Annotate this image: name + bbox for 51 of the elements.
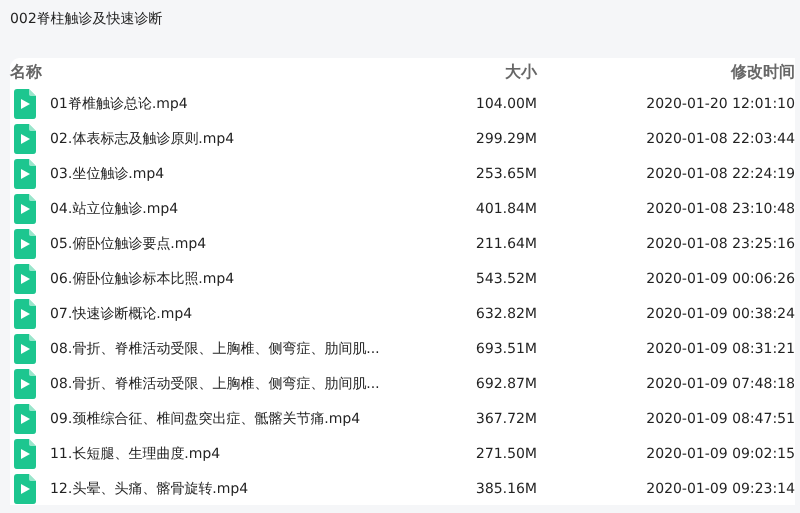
modified-time: 2020-01-09 00:06:26 [645, 270, 795, 286]
video-file-icon [14, 404, 36, 434]
video-file-icon [14, 334, 36, 364]
file-name[interactable]: 03.坐位触诊.mp4 [50, 164, 407, 182]
file-name[interactable]: 12.头晕、头痛、髂骨旋转.mp4 [50, 480, 407, 498]
modified-time: 2020-01-20 12:01:10 [645, 96, 795, 112]
modified-time: 2020-01-09 00:38:24 [645, 306, 795, 322]
folder-title: 002脊柱触诊及快速诊断 [9, 10, 164, 29]
modified-time: 2020-01-08 23:10:48 [645, 200, 795, 216]
file-size: 543.52M [474, 270, 537, 286]
size-column-header[interactable]: 大小 [407, 62, 537, 82]
file-name[interactable]: 05.俯卧位触诊要点.mp4 [50, 234, 407, 252]
file-name[interactable]: 11.长短腿、生理曲度.mp4 [50, 444, 407, 462]
file-size: 692.87M [474, 376, 537, 392]
video-file-icon [14, 88, 36, 118]
modified-time: 2020-01-09 08:31:21 [645, 340, 795, 356]
modified-time: 2020-01-08 22:03:44 [645, 130, 795, 146]
modified-time: 2020-01-09 09:23:14 [645, 480, 795, 496]
video-file-icon [14, 194, 36, 224]
file-size: 693.51M [474, 340, 537, 356]
video-file-icon [14, 158, 36, 188]
modified-column-header[interactable]: 修改时间 [537, 62, 795, 82]
file-size: 367.72M [474, 410, 537, 426]
file-name[interactable]: 09.颈椎综合征、椎间盘突出症、骶髂关节痛.mp4 [50, 410, 407, 428]
file-size: 211.64M [474, 236, 537, 252]
modified-time: 2020-01-08 23:25:16 [645, 236, 795, 252]
file-name[interactable]: 02.体表标志及触诊原则.mp4 [50, 130, 407, 148]
video-file-icon [14, 228, 36, 258]
name-column-header[interactable]: 名称 [10, 62, 407, 82]
video-file-icon [14, 298, 36, 328]
file-size: 632.82M [474, 306, 537, 322]
file-size: 271.50M [474, 446, 537, 462]
file-name[interactable]: 07.快速诊断概论.mp4 [50, 304, 407, 322]
file-size: 104.00M [474, 96, 537, 112]
video-file-icon [14, 264, 36, 294]
file-size: 253.65M [474, 166, 537, 182]
video-file-icon [14, 368, 36, 398]
file-name[interactable]: 08.骨折、脊椎活动受限、上胸椎、侧弯症、肋间肌... [50, 340, 407, 358]
file-name[interactable]: 04.站立位触诊.mp4 [50, 200, 407, 218]
file-size: 385.16M [474, 480, 537, 496]
file-size: 401.84M [474, 200, 537, 216]
modified-time: 2020-01-08 22:24:19 [645, 166, 795, 182]
modified-time: 2020-01-09 08:47:51 [645, 410, 795, 426]
file-name[interactable]: 06.俯卧位触诊标本比照.mp4 [50, 270, 407, 288]
modified-time: 2020-01-09 07:48:18 [645, 376, 795, 392]
video-file-icon [14, 124, 36, 154]
file-name[interactable]: 08.骨折、脊椎活动受限、上胸椎、侧弯症、肋间肌... [50, 374, 407, 392]
video-file-icon [14, 438, 36, 468]
modified-time: 2020-01-09 09:02:15 [645, 446, 795, 462]
file-name[interactable]: 01脊椎触诊总论.mp4 [50, 94, 407, 112]
file-size: 299.29M [474, 130, 537, 146]
